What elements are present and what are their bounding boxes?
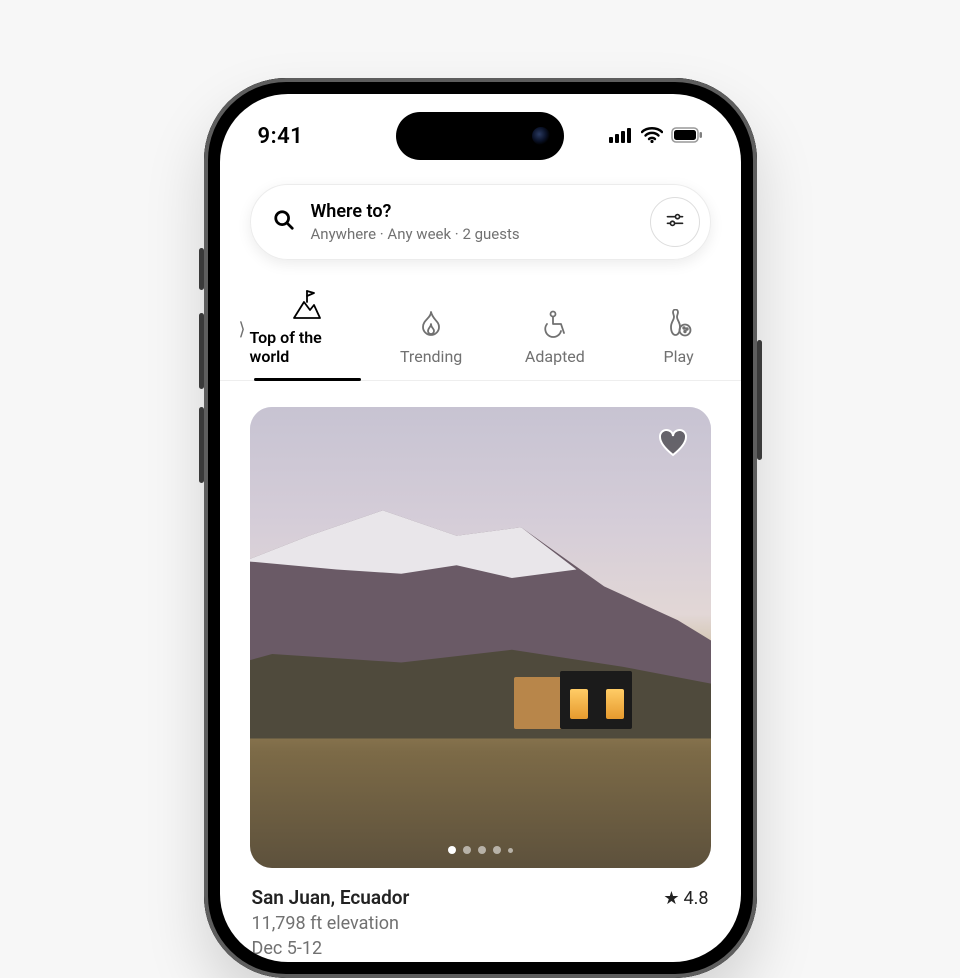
phone-volume-down: [199, 407, 204, 483]
category-tab-adapted[interactable]: Adapted: [493, 303, 617, 380]
summit-flag-icon: [290, 288, 324, 322]
category-tabs: ⟩ Top of the world: [220, 284, 741, 381]
heart-icon: [657, 427, 689, 463]
wheelchair-icon: [538, 307, 572, 341]
search-icon: [273, 209, 295, 235]
status-time: 9:41: [258, 120, 304, 149]
star-icon: ★: [663, 888, 679, 909]
search-bar[interactable]: Where to? Anywhere · Any week · 2 guests: [250, 184, 711, 260]
carousel-dot[interactable]: [508, 848, 513, 853]
filters-button[interactable]: [650, 197, 700, 247]
cellular-icon: [609, 124, 633, 149]
category-tab-prev-peek[interactable]: ⟩: [220, 313, 246, 380]
chevron-peek-icon: ⟩: [238, 313, 245, 347]
listing-title: San Juan, Ecuador: [252, 886, 410, 909]
listing-meta: San Juan, Ecuador ★ 4.8 11,798 ft elevat…: [250, 868, 711, 959]
filters-icon: [665, 210, 685, 234]
carousel-dot[interactable]: [448, 846, 456, 854]
phone-screen: 9:41: [220, 94, 741, 962]
carousel-dots: [250, 846, 711, 854]
wifi-icon: [641, 124, 663, 149]
listing-subtitle-2: Dec 5-12: [252, 938, 709, 959]
listing-subtitle-1: 11,798 ft elevation: [252, 913, 709, 934]
category-tab-play[interactable]: Play: [617, 303, 741, 380]
favorite-button[interactable]: [653, 425, 693, 465]
listing-card[interactable]: San Juan, Ecuador ★ 4.8 11,798 ft elevat…: [220, 381, 741, 959]
category-tab-label: Top of the world: [250, 328, 366, 366]
phone-volume-up: [199, 313, 204, 389]
dynamic-island: [396, 112, 564, 160]
status-icons: [609, 120, 703, 149]
carousel-dot[interactable]: [493, 846, 501, 854]
listing-rating-value: 4.8: [684, 888, 709, 909]
listing-rating: ★ 4.8: [663, 888, 708, 909]
battery-icon: [671, 124, 703, 149]
category-tab-top-of-the-world[interactable]: Top of the world: [246, 284, 370, 380]
search-bar-row: Where to? Anywhere · Any week · 2 guests: [250, 184, 711, 260]
bowling-icon: [662, 307, 696, 341]
carousel-dot[interactable]: [478, 846, 486, 854]
category-tab-label: Adapted: [525, 347, 585, 366]
listing-image[interactable]: [250, 407, 711, 868]
phone-power-button: [757, 340, 762, 460]
listing-photo-placeholder: [250, 407, 711, 868]
flame-icon: [414, 307, 448, 341]
search-subtitle: Anywhere · Any week · 2 guests: [311, 225, 634, 243]
category-tab-trending[interactable]: Trending: [369, 303, 493, 380]
carousel-dot[interactable]: [463, 846, 471, 854]
search-title: Where to?: [311, 201, 634, 223]
category-tab-label: Trending: [400, 347, 462, 366]
search-text: Where to? Anywhere · Any week · 2 guests: [311, 201, 634, 243]
phone-side-button: [199, 248, 204, 290]
phone-frame: 9:41: [204, 78, 757, 978]
category-tab-label: Play: [664, 347, 694, 366]
